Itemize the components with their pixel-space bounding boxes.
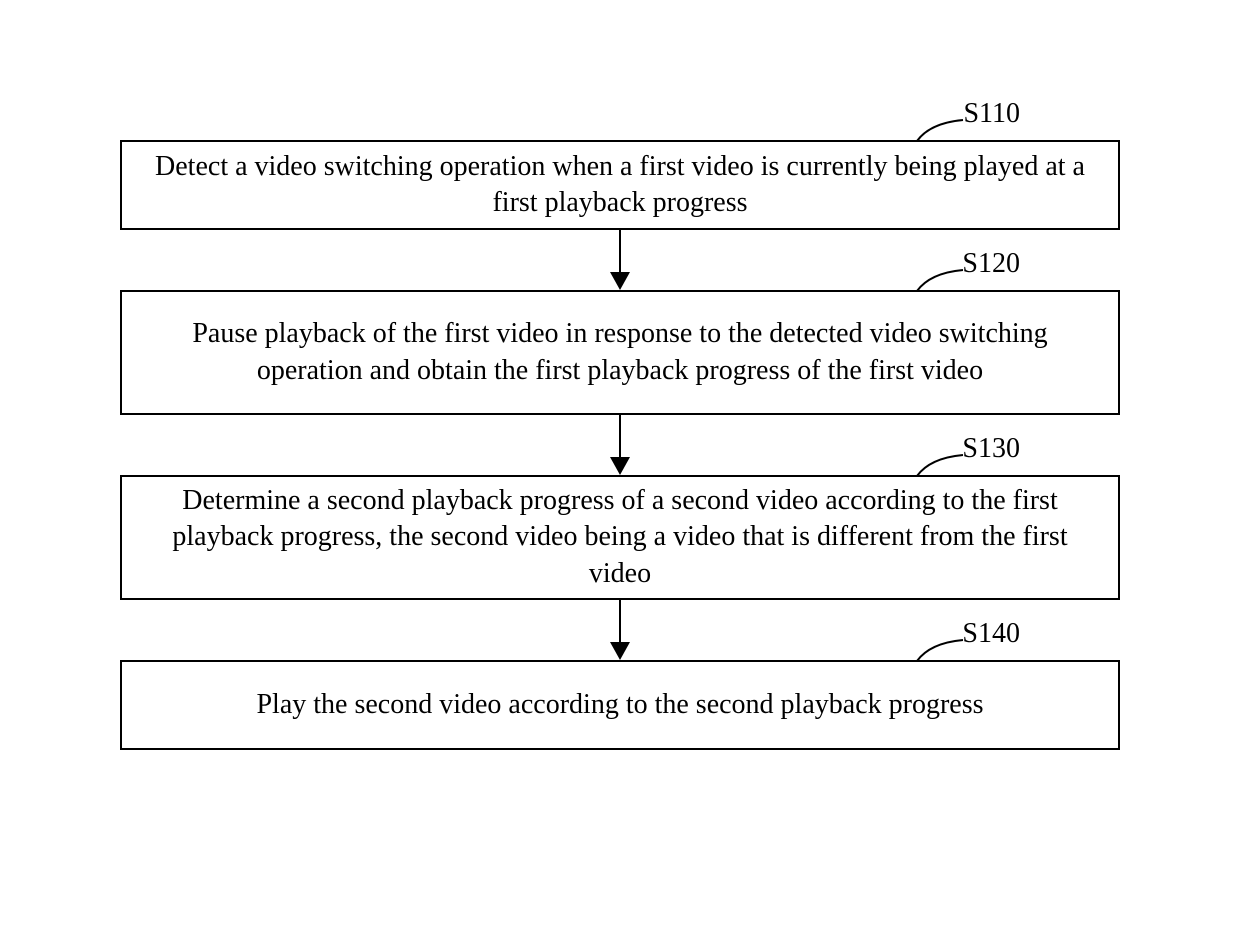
- step-label-s130: S130: [962, 433, 1020, 465]
- step-label-text: S140: [962, 618, 1020, 649]
- flowchart-step-box: Determine a second playback progress of …: [120, 475, 1120, 600]
- step-text: Play the second video according to the s…: [256, 687, 983, 723]
- arrow-head-icon: [610, 272, 630, 290]
- arrow-line-icon: [619, 230, 621, 272]
- step-label-s120: S120: [962, 248, 1020, 280]
- step-label-text: S110: [963, 98, 1020, 129]
- arrow-head-icon: [610, 642, 630, 660]
- step-text: Determine a second playback progress of …: [142, 483, 1098, 592]
- step-label-text: S120: [962, 248, 1020, 279]
- flowchart-step-box: Detect a video switching operation when …: [120, 140, 1120, 230]
- flowchart-step-box: Play the second video according to the s…: [120, 660, 1120, 750]
- step-label-s110: S110: [963, 98, 1020, 130]
- flowchart-step-box: Pause playback of the first video in res…: [120, 290, 1120, 415]
- flowchart-container: S110 Detect a video switching operation …: [120, 140, 1120, 750]
- step-label-s140: S140: [962, 618, 1020, 650]
- step-text: Detect a video switching operation when …: [142, 149, 1098, 222]
- arrow-line-icon: [619, 600, 621, 642]
- step-label-text: S130: [962, 433, 1020, 464]
- step-text: Pause playback of the first video in res…: [142, 316, 1098, 389]
- arrow-head-icon: [610, 457, 630, 475]
- arrow-line-icon: [619, 415, 621, 457]
